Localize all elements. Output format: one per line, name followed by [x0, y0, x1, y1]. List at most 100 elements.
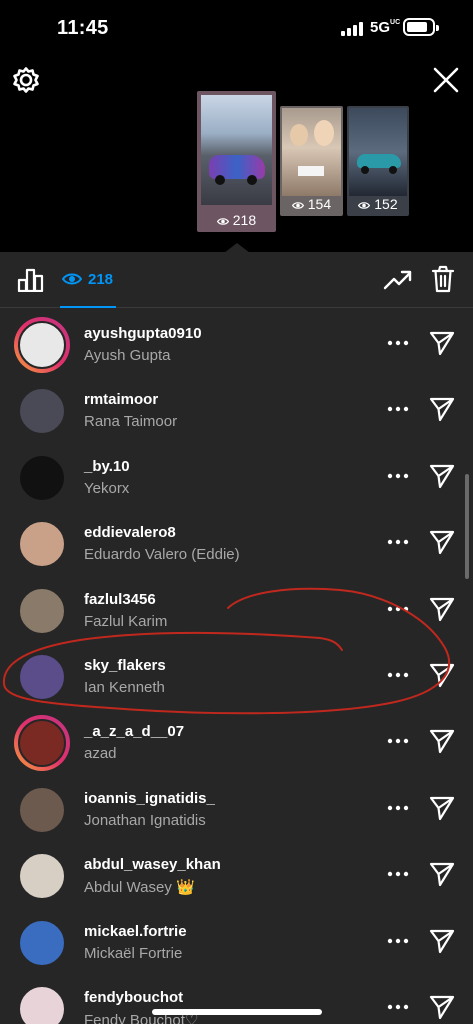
status-time: 11:45	[57, 17, 109, 39]
story-thumbnail[interactable]: 152	[347, 106, 409, 216]
viewer-row[interactable]: abdul_wasey_khan Abdul Wasey 👑	[0, 848, 473, 914]
viewer-full-name: Jonathan Ignatidis	[84, 811, 206, 829]
viewer-username[interactable]: fendybouchot	[84, 989, 183, 1006]
scrollbar[interactable]	[465, 474, 469, 579]
bar-chart-icon[interactable]	[17, 268, 44, 292]
avatar[interactable]	[14, 848, 70, 904]
eye-icon	[358, 202, 371, 209]
viewer-full-name: Ian Kenneth	[84, 679, 165, 696]
viewer-full-name: Rana Taimoor	[84, 413, 178, 431]
send-icon[interactable]	[428, 462, 456, 490]
status-bar: 11:45 5GUC	[0, 0, 473, 56]
viewer-username[interactable]: rmtaimoor	[84, 391, 158, 408]
close-icon[interactable]	[432, 66, 460, 94]
network-label: 5GUC	[370, 19, 401, 36]
viewer-username[interactable]: _by.10	[84, 458, 130, 475]
viewer-row[interactable]: _by.10 Yekorx	[0, 450, 473, 516]
send-icon[interactable]	[428, 927, 456, 955]
viewer-username[interactable]: fazlul3456	[84, 591, 156, 608]
more-icon[interactable]	[387, 804, 409, 812]
more-icon[interactable]	[387, 870, 409, 878]
more-icon[interactable]	[387, 472, 409, 480]
viewers-sheet: 218 ayushgupta0910 Ayush Gupta rmtaimoor Ra…	[0, 252, 473, 1024]
send-icon[interactable]	[428, 794, 456, 822]
eye-icon	[291, 202, 304, 209]
viewer-username[interactable]: sky_flakers	[84, 657, 166, 674]
avatar-image	[18, 520, 66, 569]
viewer-row[interactable]: sky_flakers Ian Kenneth	[0, 649, 473, 715]
more-icon[interactable]	[387, 671, 409, 679]
viewer-row[interactable]: eddievalero8 Eduardo Valero (Eddie)	[0, 516, 473, 582]
more-icon[interactable]	[387, 405, 409, 413]
avatar[interactable]	[14, 782, 70, 838]
story-thumbnail-selected[interactable]: 218	[197, 91, 276, 232]
trash-icon[interactable]	[431, 265, 455, 293]
avatar-image	[18, 918, 66, 967]
viewer-username[interactable]: eddievalero8	[84, 524, 176, 541]
send-icon[interactable]	[428, 329, 456, 357]
avatar[interactable]	[14, 981, 70, 1024]
viewer-row[interactable]: ayushgupta0910 Ayush Gupta	[0, 317, 473, 383]
send-icon[interactable]	[428, 595, 456, 623]
avatar[interactable]	[14, 715, 70, 772]
viewer-full-name: azad	[84, 745, 117, 763]
viewer-username[interactable]: ioannis_ignatidis_	[84, 790, 215, 807]
viewer-full-name: Abdul Wasey 👑	[84, 879, 195, 897]
avatar-image	[18, 719, 66, 768]
home-indicator[interactable]	[152, 1009, 322, 1015]
viewer-full-name: Fazlul Karim	[84, 612, 168, 630]
more-icon[interactable]	[387, 605, 409, 613]
send-icon[interactable]	[428, 661, 456, 689]
avatar[interactable]	[14, 317, 70, 373]
more-icon[interactable]	[387, 339, 409, 347]
tab-viewers[interactable]: 218	[60, 252, 116, 308]
eye-icon	[216, 218, 229, 225]
more-icon[interactable]	[387, 737, 409, 745]
viewer-full-name: Eduardo Valero (Eddie)	[84, 546, 240, 564]
avatar-image	[18, 586, 66, 635]
viewer-username[interactable]: abdul_wasey_khan	[84, 856, 221, 873]
story-view-count: 218	[197, 212, 276, 228]
viewer-username[interactable]: _a_z_a_d__07	[84, 723, 184, 740]
send-icon[interactable]	[428, 727, 456, 755]
story-image	[282, 108, 341, 196]
avatar-image	[18, 653, 66, 701]
viewer-row[interactable]: mickael.fortrie Mickaël Fortrie	[0, 915, 473, 981]
trend-icon[interactable]	[383, 268, 413, 292]
send-icon[interactable]	[428, 395, 456, 423]
send-icon[interactable]	[428, 993, 456, 1021]
avatar-image	[18, 387, 66, 436]
avatar[interactable]	[14, 649, 70, 705]
avatar[interactable]	[14, 450, 70, 506]
more-icon[interactable]	[387, 1003, 409, 1011]
viewer-row[interactable]: fazlul3456 Fazlul Karim	[0, 583, 473, 649]
avatar[interactable]	[14, 516, 70, 572]
viewer-full-name: Yekorx	[84, 479, 130, 497]
viewer-row[interactable]: fendybouchot Fendy Bouchot♡	[0, 981, 473, 1024]
viewer-row[interactable]: _a_z_a_d__07azad	[0, 715, 473, 781]
viewer-username[interactable]: ayushgupta0910	[84, 325, 202, 342]
gear-icon[interactable]	[12, 66, 40, 94]
avatar-image	[18, 852, 66, 901]
avatar[interactable]	[14, 383, 70, 439]
eye-icon	[62, 273, 82, 285]
more-icon[interactable]	[387, 937, 409, 945]
avatar-image	[18, 453, 66, 502]
viewer-full-name: Ayush Gupta	[84, 347, 171, 364]
viewer-row[interactable]: rmtaimoor Rana Taimoor	[0, 383, 473, 449]
sheet-header: 218	[0, 252, 473, 308]
more-icon[interactable]	[387, 538, 409, 546]
avatar[interactable]	[14, 583, 70, 639]
send-icon[interactable]	[428, 860, 456, 888]
story-view-count: 152	[347, 196, 409, 212]
story-image	[201, 95, 272, 205]
send-icon[interactable]	[428, 528, 456, 556]
viewer-count: 218	[88, 271, 114, 288]
story-thumbnail[interactable]: 154	[280, 106, 343, 216]
battery-icon	[403, 18, 439, 36]
viewer-row[interactable]: ioannis_ignatidis_ Jonathan Ignatidis	[0, 782, 473, 848]
avatar[interactable]	[14, 915, 70, 971]
avatar-image	[18, 321, 66, 369]
viewer-full-name: Mickaël Fortrie	[84, 944, 183, 962]
viewer-username[interactable]: mickael.fortrie	[84, 923, 187, 940]
